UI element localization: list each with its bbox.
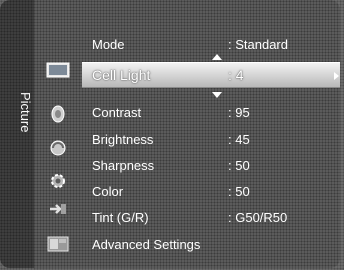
menu-item-label: Tint (G/R) <box>92 210 149 225</box>
application-icon[interactable] <box>46 235 70 253</box>
setup-icon[interactable] <box>46 172 70 190</box>
menu-list: Mode : Standard Cell Light : 4 Contrast … <box>82 0 340 268</box>
category-icon-column <box>34 0 82 268</box>
category-tab: Picture <box>0 0 34 268</box>
menu-item-value: : G50/R50 <box>228 210 288 225</box>
chevron-down-icon <box>212 92 222 98</box>
menu-item-cell-light[interactable]: Cell Light : 4 <box>82 62 340 88</box>
menu-item-advanced-settings[interactable]: Advanced Settings <box>82 232 340 258</box>
tv-osd-menu: Picture Mode: Standard Cell Light: 4 C… <box>0 0 344 270</box>
menu-item-brightness[interactable]: Brightness : 45 <box>82 127 340 153</box>
menu-item-value: : 45 <box>228 132 250 147</box>
menu-item-contrast[interactable]: Contrast : 95 <box>82 100 340 126</box>
menu-panel: Picture Mode: Standard Cell Light: 4 C… <box>0 0 340 268</box>
menu-item-value: : 50 <box>228 158 250 173</box>
menu-item-label: Mode <box>92 37 125 52</box>
menu-item-label: Advanced Settings <box>92 237 201 252</box>
chevron-right-icon <box>334 72 339 80</box>
menu-item-value: : Standard <box>228 37 288 52</box>
picture-icon[interactable] <box>46 61 70 79</box>
menu-item-value: : 4 <box>228 67 244 83</box>
menu-item-label: Sharpness <box>92 158 155 173</box>
menu-item-mode[interactable]: Mode : Standard <box>82 32 340 58</box>
chevron-up-icon <box>212 54 222 60</box>
menu-item-value: : 50 <box>228 184 250 199</box>
menu-item-label: Color <box>92 184 124 199</box>
menu-item-color[interactable]: Color : 50 <box>82 179 340 205</box>
menu-item-label: Contrast <box>92 105 142 120</box>
channel-icon[interactable] <box>46 139 70 157</box>
menu-item-label: Cell Light <box>92 67 151 83</box>
menu-item-value: : 95 <box>228 105 250 120</box>
sound-icon[interactable] <box>46 105 70 123</box>
category-label: Picture <box>18 92 33 133</box>
menu-item-tint[interactable]: Tint (G/R) : G50/R50 <box>82 205 340 231</box>
menu-item-label: Brightness <box>92 132 154 147</box>
input-icon[interactable] <box>46 200 70 218</box>
menu-item-sharpness[interactable]: Sharpness : 50 <box>82 153 340 179</box>
